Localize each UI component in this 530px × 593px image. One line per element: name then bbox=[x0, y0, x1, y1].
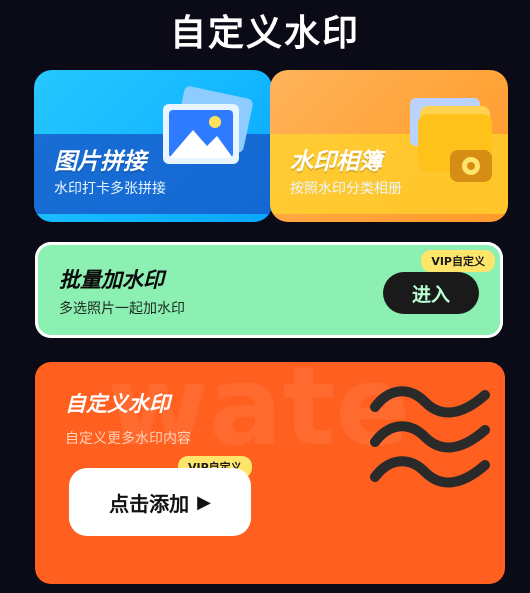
photo-collage-label: 图片拼接 bbox=[54, 149, 146, 175]
photo-collage-card[interactable]: 图片拼接 水印打卡多张拼接 bbox=[34, 70, 272, 222]
photo-collage-subtitle: 水印打卡多张拼接 bbox=[54, 181, 166, 197]
batch-subtitle: 多选照片一起加水印 bbox=[59, 301, 185, 317]
custom-watermark-card[interactable]: wate 自定义水印 自定义更多水印内容 VIP自定义 点击添加 ▶ bbox=[35, 362, 505, 584]
custom-title: 自定义水印 bbox=[65, 392, 170, 416]
photo-icon bbox=[163, 86, 253, 164]
batch-title: 批量加水印 bbox=[59, 268, 164, 292]
vip-badge: VIP自定义 bbox=[421, 250, 495, 272]
batch-watermark-card[interactable]: 批量加水印 多选照片一起加水印 VIP自定义 进入 bbox=[35, 242, 503, 338]
enter-button[interactable]: 进入 bbox=[383, 272, 479, 314]
watermark-album-card[interactable]: 水印相簿 按照水印分类相册 bbox=[270, 70, 508, 222]
page-title: 自定义水印 bbox=[169, 13, 360, 54]
add-watermark-button[interactable]: 点击添加 ▶ bbox=[69, 468, 251, 536]
watermark-album-subtitle: 按照水印分类相册 bbox=[290, 181, 402, 197]
watermark-album-label: 水印相簿 bbox=[290, 149, 382, 175]
custom-subtitle: 自定义更多水印内容 bbox=[65, 431, 191, 447]
folder-camera-icon bbox=[410, 98, 492, 182]
add-button-label: 点击添加 bbox=[109, 491, 190, 516]
wave-icon bbox=[370, 386, 490, 488]
play-icon: ▶ bbox=[197, 491, 211, 513]
